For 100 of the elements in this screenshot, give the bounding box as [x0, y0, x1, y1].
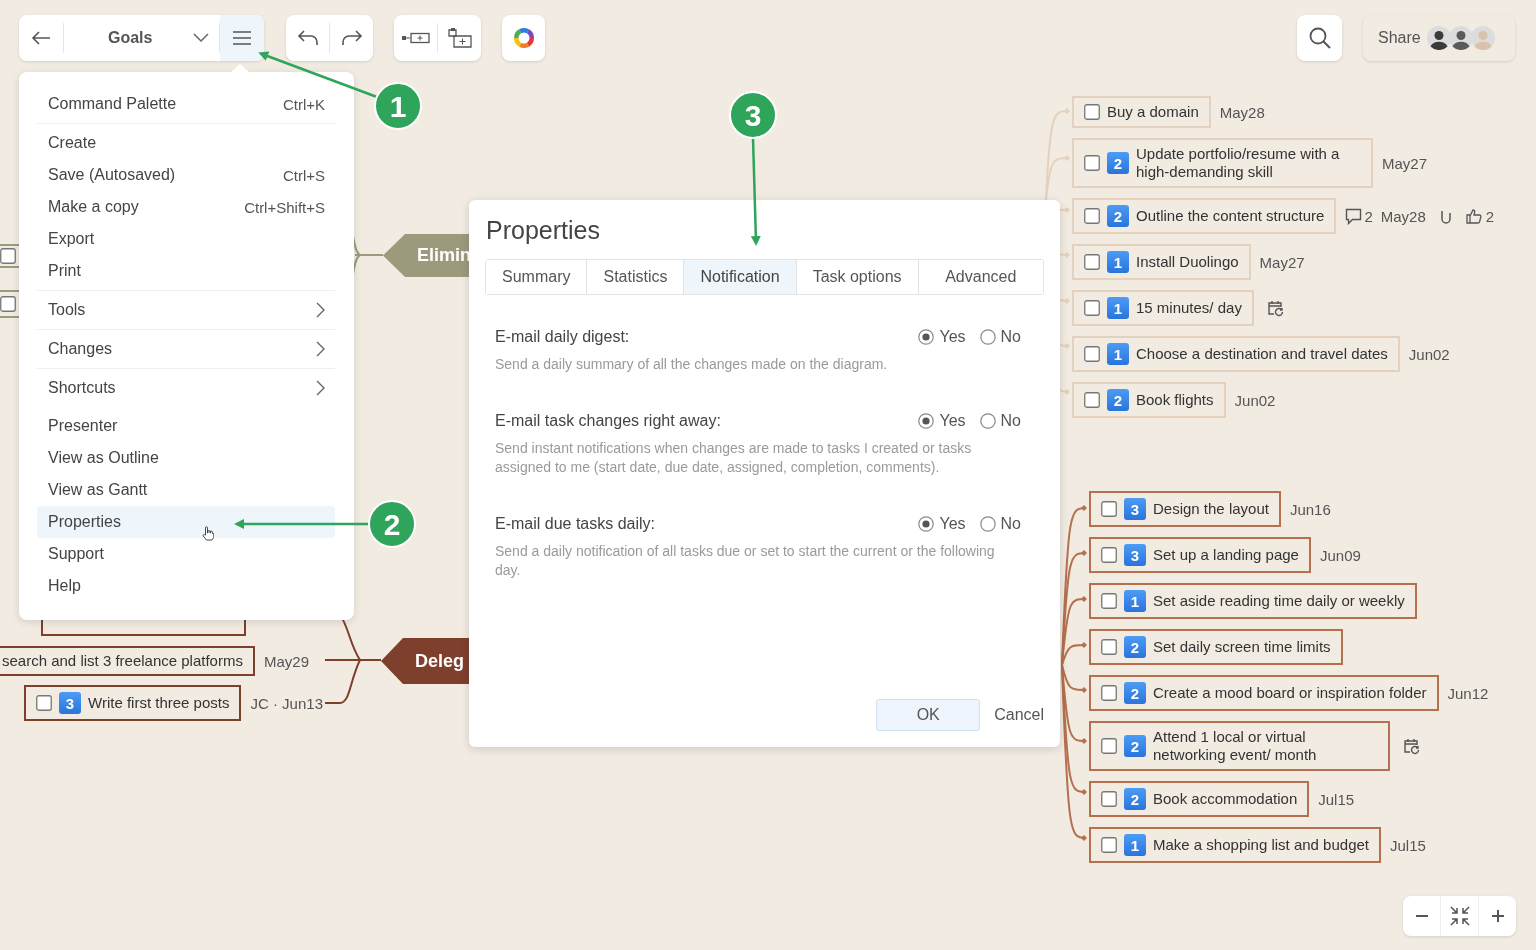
task-text: Design the layout [1153, 500, 1269, 518]
task-node[interactable]: 2 Book accommodation [1089, 781, 1310, 817]
checkbox[interactable] [1101, 639, 1117, 655]
menu-item[interactable]: Help [37, 570, 335, 602]
task-node[interactable]: 2 Create a mood board or inspiration folder [1089, 675, 1439, 711]
radio-option[interactable]: No [979, 515, 1021, 533]
menu-item[interactable]: Properties [37, 506, 335, 538]
shortcut-label: Ctrl+S [282, 166, 325, 184]
dialog-title: Properties [486, 216, 601, 245]
due-date: JC · Jun13 [250, 694, 323, 712]
task-node[interactable]: 1 Make a shopping list and budget [1089, 827, 1381, 863]
task-text: search and list 3 freelance platforms [2, 652, 243, 670]
radio-option[interactable]: No [979, 412, 1021, 430]
avatar [1426, 26, 1451, 50]
due-date: May27 [1259, 253, 1305, 271]
radio-option[interactable]: No [979, 328, 1021, 346]
task-node[interactable]: 1 Choose a destination and travel dates [1072, 336, 1400, 372]
task-node[interactable]: 2 Attend 1 local or virtual networking event/ month [1089, 721, 1390, 771]
checkbox[interactable] [1084, 208, 1100, 224]
menu-item[interactable]: Tools [37, 294, 335, 326]
avatar [1448, 26, 1473, 50]
task-text: Book flights [1136, 391, 1214, 409]
step-marker: 2 [368, 500, 416, 548]
menu-item[interactable]: Presenter [37, 410, 335, 442]
avatar [1470, 26, 1495, 50]
menu-item[interactable]: Print [37, 255, 335, 287]
checkbox[interactable] [1101, 738, 1117, 754]
step-marker: 1 [374, 82, 422, 130]
priority-badge: 3 [1124, 544, 1146, 566]
comment-count: 2 [1364, 207, 1373, 225]
task-text: Create a mood board or inspiration folder [1153, 684, 1427, 702]
task-node[interactable]: 3 Write first three posts [24, 685, 242, 721]
checkbox[interactable] [1084, 254, 1100, 270]
task-text: Install Duolingo [1136, 253, 1239, 271]
task-text: 15 minutes/ day [1136, 299, 1242, 317]
menu-item[interactable]: Changes [37, 333, 335, 365]
checkbox[interactable] [1101, 685, 1117, 701]
menu-item[interactable]: Shortcuts [37, 372, 335, 404]
share-button[interactable]: Share [1363, 15, 1515, 61]
step-marker: 3 [729, 91, 777, 139]
checkbox[interactable] [1101, 837, 1117, 853]
checkbox[interactable] [1084, 300, 1100, 316]
checkbox[interactable] [1084, 155, 1100, 171]
priority-badge: 2 [1124, 788, 1146, 810]
radio-option[interactable]: Yes [918, 328, 966, 346]
comment-icon [1345, 207, 1363, 225]
priority-badge: 2 [1124, 636, 1146, 658]
tab[interactable]: Notification [684, 260, 797, 294]
menu-item[interactable]: Save (Autosaved) Ctrl+S [37, 159, 335, 191]
checkbox[interactable] [0, 296, 16, 312]
task-node[interactable]: 1 Set aside reading time daily or weekly [1089, 583, 1417, 619]
task-node[interactable]: Buy a domain [1072, 96, 1211, 128]
tab[interactable]: Summary [486, 260, 588, 294]
checkbox[interactable] [1101, 547, 1117, 563]
shortcut-label: Ctrl+Shift+S [244, 198, 325, 216]
task-node[interactable]: 2 Outline the content structure [1072, 198, 1337, 234]
plus-icon [1491, 910, 1504, 922]
task-node[interactable]: 3 Design the layout [1089, 491, 1281, 527]
priority-badge: 1 [1124, 590, 1146, 612]
like-count: 2 [1485, 207, 1495, 225]
priority-badge: 1 [1107, 251, 1129, 273]
chevron-down-icon [193, 33, 209, 43]
checkbox[interactable] [1084, 104, 1100, 120]
menu-button[interactable] [220, 15, 264, 61]
search-icon [1308, 27, 1331, 49]
priority-badge: 2 [1124, 682, 1146, 704]
checkbox[interactable] [36, 695, 52, 711]
checkbox[interactable] [1101, 593, 1117, 609]
priority-badge: 2 [1107, 389, 1129, 411]
radio-option[interactable]: Yes [918, 515, 966, 533]
back-arrow-icon [31, 30, 51, 46]
menu-item[interactable]: View as Gantt [37, 474, 335, 506]
task-node[interactable]: 2 Set daily screen time limits [1089, 629, 1343, 665]
task-node[interactable]: search and list 3 freelance platforms [0, 646, 255, 676]
checkbox[interactable] [0, 248, 16, 264]
ok-button[interactable]: OK [876, 699, 981, 731]
task-text: Update portfolio/resume with a high-demanding skill [1136, 145, 1341, 181]
task-node[interactable]: 2 Update portfolio/resume with a high-demanding skill [1072, 138, 1373, 188]
radio-option[interactable]: Yes [918, 412, 966, 430]
undo-icon [296, 30, 319, 46]
task-node[interactable]: 3 Set up a landing page [1089, 537, 1311, 573]
checkbox[interactable] [1101, 791, 1117, 807]
checkbox[interactable] [1084, 392, 1100, 408]
task-node[interactable]: 1 15 minutes/ day [1072, 290, 1254, 326]
menu-item[interactable]: Command Palette Ctrl+K [37, 88, 335, 120]
due-date: May28 [1380, 207, 1426, 225]
checkbox[interactable] [1084, 346, 1100, 362]
menu-item[interactable]: Make a copy Ctrl+Shift+S [37, 191, 335, 223]
menu-item[interactable]: Create [37, 127, 335, 159]
menu-item[interactable]: View as Outline [37, 442, 335, 474]
topic-node[interactable]: Deleg [381, 638, 469, 684]
priority-badge: 2 [1107, 152, 1129, 174]
task-node[interactable]: 2 Book flights [1072, 382, 1226, 418]
priority-badge: 1 [1107, 297, 1129, 319]
checkbox[interactable] [1101, 501, 1117, 517]
due-date: Jun09 [1319, 546, 1361, 564]
cancel-button[interactable]: Cancel [994, 699, 1044, 731]
task-node[interactable]: 1 Install Duolingo [1072, 244, 1251, 280]
menu-item[interactable]: Export [37, 223, 335, 255]
menu-item[interactable]: Support [37, 538, 335, 570]
